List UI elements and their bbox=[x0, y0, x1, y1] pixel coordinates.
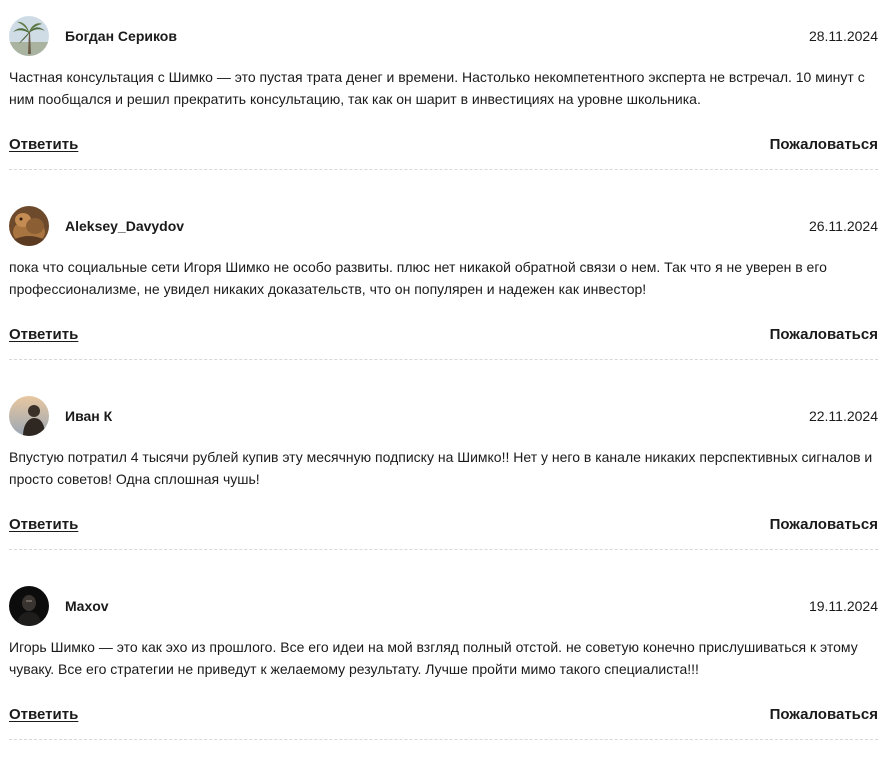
comment-author: Maxov bbox=[65, 598, 109, 614]
reply-button[interactable]: Ответить bbox=[9, 515, 78, 535]
reply-button[interactable]: Ответить bbox=[9, 325, 78, 345]
comment-text: Игорь Шимко — это как эхо из прошлого. В… bbox=[9, 639, 858, 677]
palm-tree-avatar-icon bbox=[9, 16, 49, 56]
comment-text: Впустую потратил 4 тысячи рублей купив э… bbox=[9, 449, 873, 487]
report-button[interactable]: Пожаловаться bbox=[770, 325, 878, 345]
comment-divider bbox=[9, 549, 878, 550]
comments-list: Богдан Сериков 28.11.2024 Частная консул… bbox=[0, 0, 893, 748]
comment-item: Maxov 19.11.2024 Игорь Шимко — это как э… bbox=[0, 570, 893, 760]
comment-item: Иван К 22.11.2024 Впустую потратил 4 тыс… bbox=[0, 380, 893, 570]
person-silhouette-avatar-icon bbox=[9, 396, 49, 436]
comment-date: 28.11.2024 bbox=[808, 28, 878, 44]
report-button[interactable]: Пожаловаться bbox=[770, 705, 878, 725]
avatar bbox=[9, 16, 49, 56]
avatar bbox=[9, 396, 49, 436]
comment-item: Aleksey_Davydov 26.11.2024 пока что соци… bbox=[0, 190, 893, 380]
comment-divider bbox=[9, 739, 878, 740]
comment-author: Богдан Сериков bbox=[65, 28, 177, 44]
comment-item: Богдан Сериков 28.11.2024 Частная консул… bbox=[0, 0, 893, 190]
avatar bbox=[9, 586, 49, 626]
comment-date: 19.11.2024 bbox=[808, 598, 878, 614]
report-button[interactable]: Пожаловаться bbox=[770, 135, 878, 155]
comment-text: пока что социальные сети Игоря Шимко не … bbox=[9, 259, 827, 297]
dark-portrait-avatar-icon bbox=[9, 586, 49, 626]
comment-divider bbox=[9, 169, 878, 170]
avatar bbox=[9, 206, 49, 246]
comment-text: Частная консультация с Шимко — это пуста… bbox=[9, 69, 865, 107]
reply-button[interactable]: Ответить bbox=[9, 135, 78, 155]
comment-date: 26.11.2024 bbox=[808, 218, 878, 234]
comment-author: Aleksey_Davydov bbox=[65, 218, 185, 234]
report-button[interactable]: Пожаловаться bbox=[770, 515, 878, 535]
reply-button[interactable]: Ответить bbox=[9, 705, 78, 725]
comment-date: 22.11.2024 bbox=[808, 408, 878, 424]
camel-avatar-icon bbox=[9, 206, 49, 246]
comment-author: Иван К bbox=[65, 408, 113, 424]
comment-divider bbox=[9, 359, 878, 360]
